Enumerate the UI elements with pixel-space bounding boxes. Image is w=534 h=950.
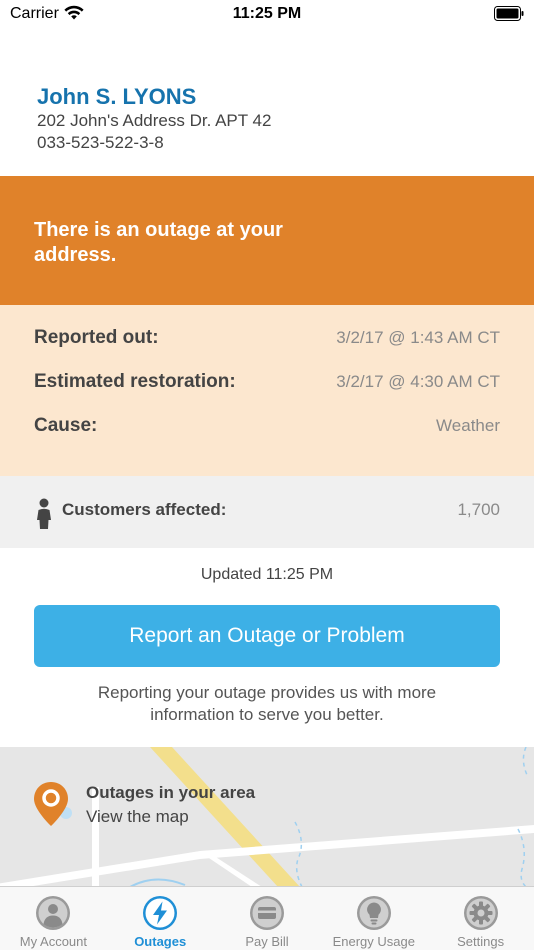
view-map-link[interactable]: View the map [86, 807, 189, 827]
map-title: Outages in your area [86, 783, 256, 802]
estimated-restoration-value: 3/2/17 @ 4:30 AM CT [336, 372, 500, 391]
tab-outages[interactable]: Outages [107, 887, 214, 950]
reported-out-label: Reported out: [34, 327, 159, 348]
tab-label: Settings [457, 934, 505, 949]
tab-label: Pay Bill [245, 934, 289, 949]
estimated-restoration-label: Estimated restoration: [34, 371, 236, 392]
tab-label: Energy Usage [332, 934, 415, 949]
status-bar: Carrier 11:25 PM [0, 0, 534, 30]
lightbulb-icon [356, 896, 391, 930]
outage-banner: There is an outage at your address. [0, 176, 534, 305]
customers-affected-label: Customers affected: [62, 500, 227, 519]
status-time: 11:25 PM [232, 5, 302, 22]
tab-label: Outages [134, 934, 187, 949]
account-number: 033-523-522-3-8 [37, 133, 164, 152]
account-address: 202 John's Address Dr. APT 42 [37, 111, 272, 130]
tab-settings[interactable]: Settings [427, 887, 534, 950]
cause-label: Cause: [34, 415, 98, 436]
outage-map-link[interactable]: Outages in your area View the map [0, 747, 534, 887]
person-icon [36, 896, 71, 930]
account-header: John S. LYONS 202 John's Address Dr. APT… [37, 84, 517, 154]
tab-pay-bill[interactable]: Pay Bill [214, 887, 321, 950]
tab-label: My Account [19, 934, 87, 949]
cause-row: Cause: Weather [34, 411, 500, 441]
account-name: John S. LYONS [37, 84, 197, 109]
credit-card-icon [249, 896, 284, 930]
report-note: Reporting your outage provides us with m… [97, 683, 437, 724]
battery-icon [494, 6, 524, 21]
reported-out-row: Reported out: 3/2/17 @ 1:43 AM CT [34, 323, 500, 353]
cause-value: Weather [436, 416, 500, 435]
tab-energy-usage[interactable]: Energy Usage [320, 887, 427, 950]
lightning-icon [143, 896, 178, 930]
gear-icon [463, 896, 498, 930]
map-background [0, 747, 534, 887]
person-icon [37, 498, 51, 529]
tab-my-account[interactable]: My Account [0, 887, 107, 950]
reported-out-value: 3/2/17 @ 1:43 AM CT [336, 328, 500, 347]
tab-bar: My Account Outages Pay Bill Energy Usage [0, 886, 534, 950]
outage-details: Reported out: 3/2/17 @ 1:43 AM CT Estima… [0, 305, 534, 476]
customers-affected-row: Customers affected: 1,700 [0, 476, 534, 548]
outage-message: There is an outage at your address. [34, 219, 283, 266]
estimated-restoration-row: Estimated restoration: 3/2/17 @ 4:30 AM … [34, 367, 500, 397]
report-outage-button[interactable]: Report an Outage or Problem [34, 605, 500, 667]
map-pin-icon [34, 782, 68, 826]
customers-affected-value: 1,700 [457, 500, 500, 519]
updated-timestamp: Updated 11:25 PM [200, 566, 334, 583]
